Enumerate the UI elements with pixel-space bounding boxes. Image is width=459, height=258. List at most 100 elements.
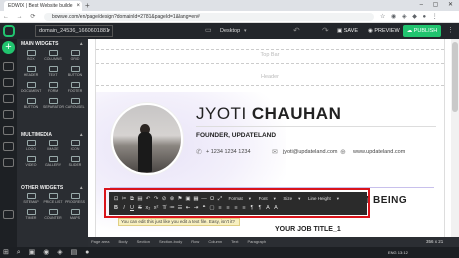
chevron-down-icon[interactable]: ▾ [244,25,247,37]
widget-label: DOCUMENT [21,89,42,93]
path-item[interactable]: Row [191,239,199,244]
window-controls[interactable]: – ▢ ✕ [420,0,457,11]
browser-nav-buttons[interactable]: ← → ⟳ [3,11,38,23]
widget-label: PRICE LIST [43,200,63,204]
widget-button[interactable]: BUTTON [21,98,41,112]
device-selector[interactable]: Desktop [220,25,240,37]
header-label: Header [260,74,280,80]
more-icon[interactable]: ⋮ [447,25,454,37]
chevron-up-icon: ▴ [80,41,83,47]
widget-logo[interactable]: LOGO [21,140,41,154]
widget-icon [26,193,36,199]
widget-icon [48,140,58,146]
widget-gallery[interactable]: GALLERY [43,156,63,170]
widget-label: FORM [47,89,59,93]
save-label: SAVE [343,28,358,34]
widget-box[interactable]: BOX [21,50,41,64]
widget-columns[interactable]: COLUMNS [43,50,63,64]
chevron-up-icon: ▴ [80,132,83,138]
phone-text[interactable]: + 1234 1234 1234 [206,149,251,155]
job-title[interactable]: YOUR JOB TITLE_1 [275,226,341,233]
widget-text[interactable]: TEXT [43,66,63,80]
blog-icon[interactable] [3,158,14,167]
widget-icon [26,140,36,146]
path-item[interactable]: Page area [91,239,109,244]
widget-icon [48,82,58,88]
widget-form[interactable]: FORM [43,82,63,96]
add-widget-button[interactable]: + [2,41,15,54]
widget-label: LOGO [25,147,37,151]
settings-icon[interactable] [3,94,14,103]
chevron-up-icon: ▴ [80,185,83,191]
path-item[interactable]: Section [137,239,150,244]
close-tab-icon[interactable]: × [76,1,80,11]
url-field[interactable]: bowwe.com/en/page/design?domainId=2781&p… [44,13,374,21]
widget-carousel[interactable]: CAROUSEL [65,98,85,112]
widget-progress[interactable]: PROGRESS [65,193,85,207]
theme-icon[interactable] [3,110,14,119]
widget-separator[interactable]: SEPARATOR [43,98,64,112]
path-item[interactable]: Text [231,239,238,244]
profile-name[interactable]: JYOTI CHAUHAN [196,104,341,124]
path-item[interactable]: Section-body [159,239,182,244]
save-button[interactable]: ▣ SAVE [337,25,358,37]
widget-label: GRID [70,57,80,61]
seo-icon[interactable] [3,142,14,151]
widget-icon [70,66,80,72]
widget-timer[interactable]: TIMER [21,209,41,223]
widget-label: MAPS [70,216,80,220]
desktop-icon[interactable]: ▭ [205,25,212,37]
guide-line [444,39,445,237]
media-icon[interactable] [3,126,14,135]
widget-image[interactable]: IMAGE [43,140,63,154]
page-selector[interactable]: domain_24536_1660601881 ▾ [35,25,113,37]
widget-label: TIMER [25,216,37,220]
widget-grid[interactable]: GRID [65,50,85,64]
website-text[interactable]: www.updateland.com [353,149,405,155]
widget-icon[interactable]: ICON [65,140,85,154]
widget-label: PROGRESS [65,200,85,204]
undo-icon[interactable]: ↶ [293,25,300,37]
widget-slider[interactable]: SLIDER [65,156,85,170]
layers-icon[interactable] [3,78,14,87]
widget-icon [48,66,58,72]
widget-label: TEXT [48,73,58,77]
globe-icon: ⊕ [340,149,346,156]
email-text[interactable]: jyoti@updateland.com [283,149,338,155]
widget-label: FOOTER [67,89,83,93]
system-tray: ENG 13:12 [388,250,408,255]
widget-price-list[interactable]: PRICE LIST [43,193,63,207]
path-item[interactable]: Paragraph [247,239,266,244]
help-icon[interactable] [3,210,14,219]
widget-header[interactable]: HEADER [21,66,41,80]
section-multimedia[interactable]: MULTIMEDIA ▴ [21,132,83,138]
scrollbar-thumb[interactable] [452,42,458,112]
section-other-widgets[interactable]: OTHER WIDGETS ▴ [21,185,83,191]
widget-document[interactable]: DOCUMENT [21,82,41,96]
widget-label: BOX [27,57,35,61]
bowwe-logo-icon[interactable] [3,25,15,37]
widget-counter[interactable]: COUNTER [43,209,63,223]
browser-tab[interactable]: EDWIX | Best Website builde × [4,1,82,11]
path-item[interactable]: Column [208,239,222,244]
widget-icon [70,50,80,56]
publish-button[interactable]: ☁ PUBLISH [403,25,441,37]
publish-label: PUBLISH [413,28,438,34]
section-main-widgets[interactable]: MAIN WIDGETS ▴ [21,41,83,47]
highlight-box [104,188,370,218]
redo-icon[interactable]: ↷ [322,25,329,37]
widget-button[interactable]: BUTTON [65,66,85,80]
new-tab-button[interactable]: + [85,0,90,11]
extension-icons[interactable]: ☆ ◉ ◈ ◆ ● ⋮ [380,12,440,22]
widget-label: GALLERY [44,163,62,167]
widget-video[interactable]: VIDEO [21,156,41,170]
widget-maps[interactable]: MAPS [65,209,85,223]
preview-button[interactable]: ◉ PREVIEW [368,25,400,37]
widget-footer[interactable]: FOOTER [65,82,85,96]
path-item[interactable]: Body [118,239,127,244]
tab-title: EDWIX | Best Website builde [8,3,73,9]
widget-sitemap[interactable]: SITEMAP [21,193,41,207]
taskbar-icons[interactable]: ⊞ ⌕ ▣ ◉ ◈ ▤ ● [3,247,92,258]
pages-icon[interactable] [3,62,14,71]
profile-role[interactable]: FOUNDER, UPDATELAND [196,132,276,139]
